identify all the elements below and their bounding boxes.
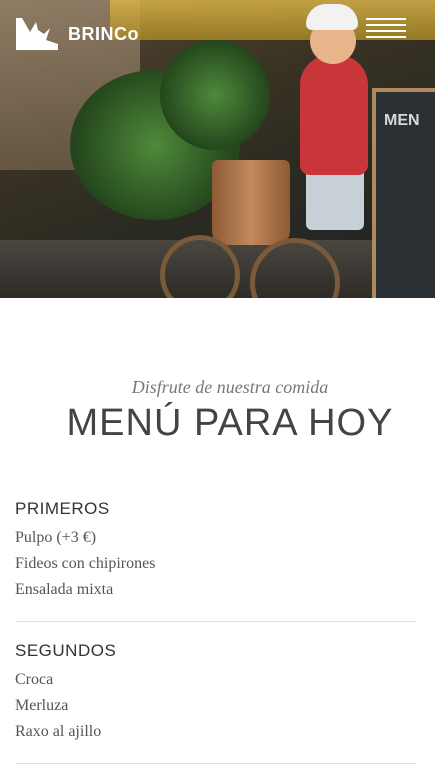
brand-logo-icon [16,18,58,50]
section-divider [15,763,417,764]
list-item: Fideos con chipirones [15,555,156,572]
page-title: MENÚ PARA HOY [66,402,394,444]
hero-plant [160,40,270,150]
menu-section-primeros: PRIMEROS Pulpo (+3 €) Fideos con chipiro… [15,499,417,603]
hero-chalkboard-text: MEN [384,112,420,129]
hamburger-menu-icon[interactable] [366,18,406,40]
brand-name: BRINCo [68,23,139,44]
section-divider [15,621,417,622]
list-item: Merluza [15,697,69,714]
section-title: SEGUNDOS [15,641,117,660]
list-item: Pulpo (+3 €) [15,529,97,546]
list-item: Croca [15,671,54,688]
hero-chef-hat [306,4,358,30]
menu-section-segundos: SEGUNDOS Croca Merluza Raxo al ajillo [15,641,417,745]
hero-pot [212,160,290,245]
list-item: Raxo al ajillo [15,723,102,740]
brand-logo[interactable]: BRINCo [16,18,139,50]
hero-chef-body [300,55,368,175]
list-item: Ensalada mixta [15,581,114,598]
section-title: PRIMEROS [15,499,110,518]
menu-subtitle: Disfrute de nuestra comida [131,377,329,397]
